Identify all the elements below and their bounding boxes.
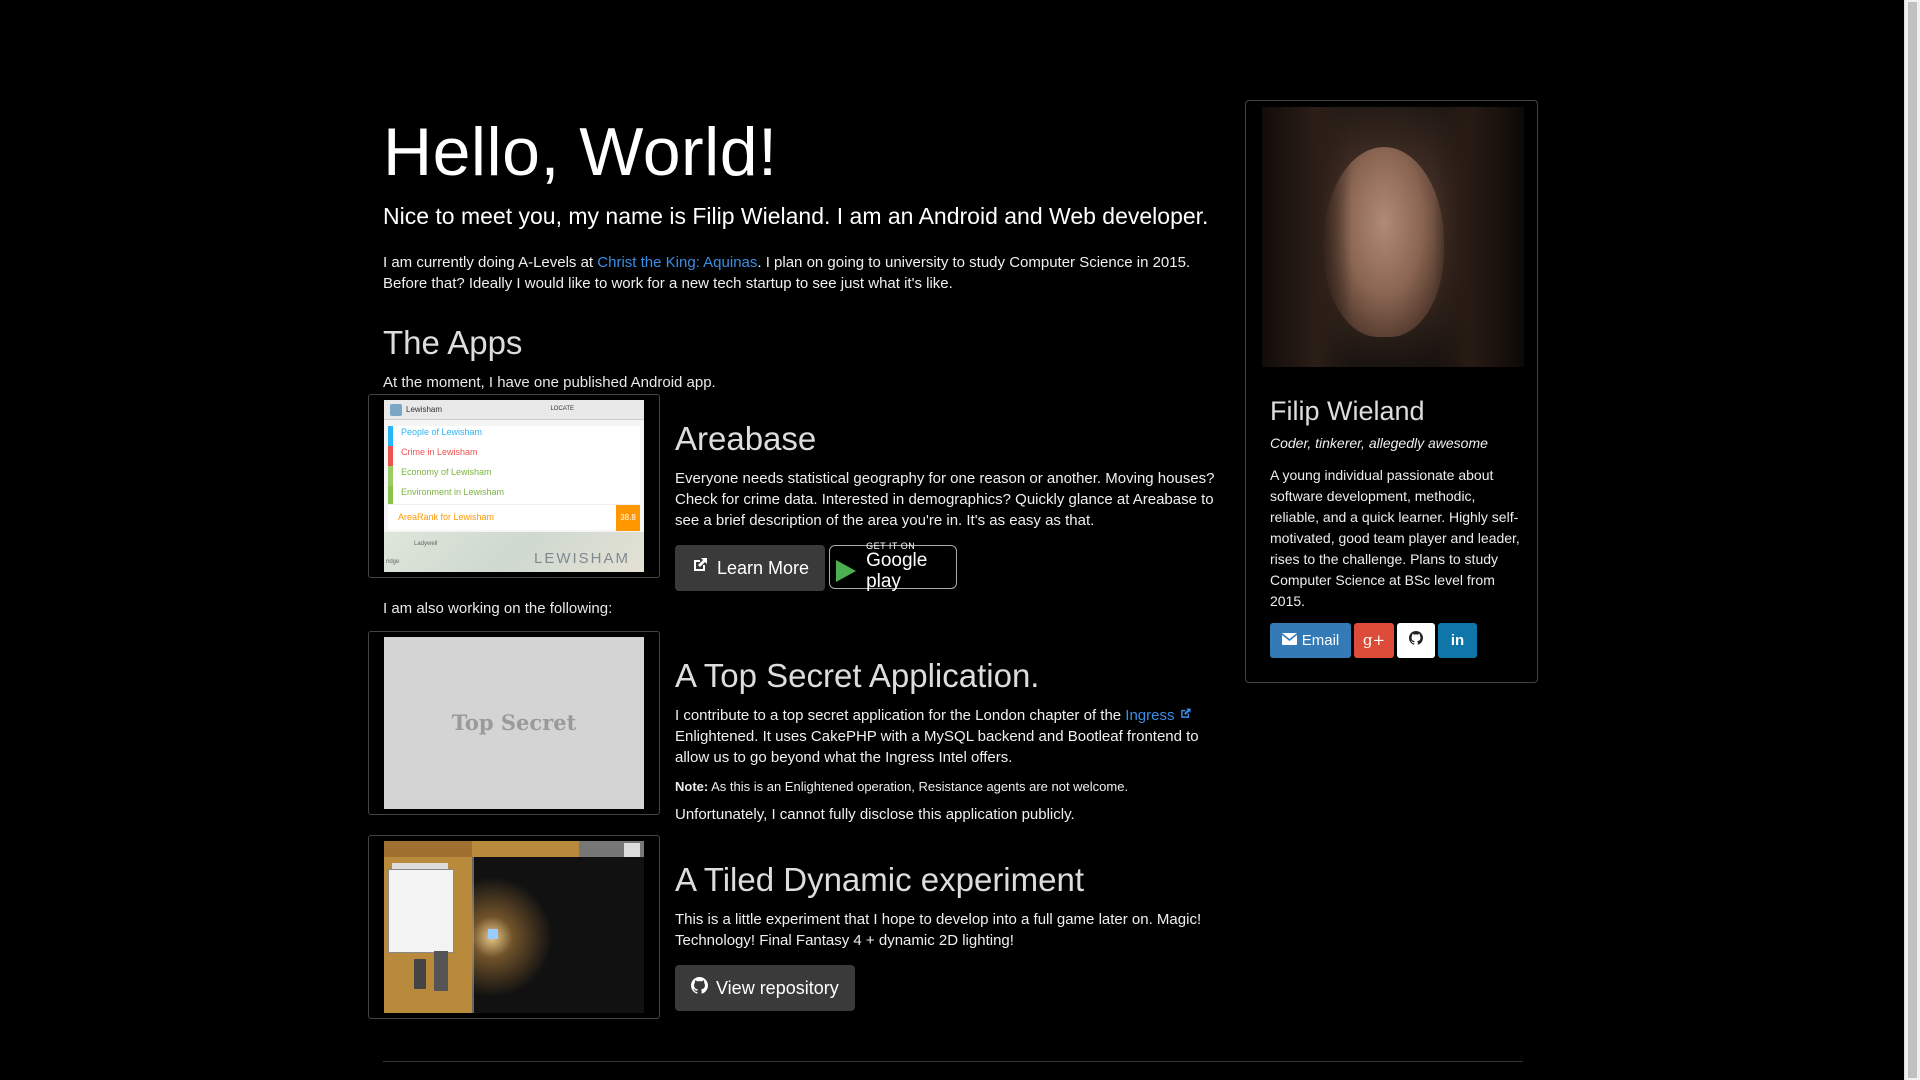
- apps-lead: At the moment, I have one published Andr…: [383, 374, 716, 392]
- tiled-description: This is a little experiment that I hope …: [675, 911, 1202, 950]
- page-scrollbar[interactable]: [1904, 0, 1920, 1080]
- thumb-map-small-2: ridge: [386, 559, 400, 565]
- profile-subtitle: Coder, tinkerer, allegedly awesome: [1270, 435, 1488, 451]
- google-plus-icon: g+: [1362, 631, 1386, 649]
- intro-prefix: I am currently doing A-Levels at: [383, 254, 598, 272]
- ingress-link-label: Ingress: [1125, 707, 1175, 725]
- profile-photo: [1262, 107, 1524, 367]
- thumb-row-economy: Economy of Lewisham: [388, 466, 640, 486]
- social-buttons: Email g+ in: [1270, 623, 1477, 658]
- areabase-description: Everyone needs statistical geography for…: [675, 470, 1215, 530]
- thumb-arearank: AreaRank for Lewisham: [398, 512, 495, 523]
- learn-more-button[interactable]: Learn More: [675, 545, 826, 592]
- top-secret-body: A Top Secret Application. I contribute t…: [675, 653, 1235, 825]
- github-button[interactable]: [1397, 623, 1435, 658]
- google-play-badge[interactable]: GET IT ON Google play: [829, 541, 958, 592]
- external-link-icon: [691, 556, 709, 581]
- gplay-big-label: Google play: [866, 549, 928, 592]
- secret-text-suffix: Enlightened. It uses CakePHP with a MySQ…: [675, 728, 1199, 767]
- scrollbar-thumb[interactable]: [1908, 2, 1917, 1078]
- thumb-locate: LOCATE: [550, 406, 574, 413]
- areabase-screenshot: Lewisham LOCATE People of Lewisham Crime…: [384, 400, 644, 572]
- tiled-title: A Tiled Dynamic experiment: [675, 861, 1085, 898]
- thumb-map-small-1: Ladywell: [414, 541, 438, 547]
- apps-section-title: The Apps: [383, 324, 523, 362]
- envelope-icon: [1281, 630, 1298, 651]
- areabase-thumbnail[interactable]: Lewisham LOCATE People of Lewisham Crime…: [368, 394, 660, 578]
- hero-tagline: Nice to meet you, my name is Filip Wiela…: [383, 203, 1209, 229]
- tiled-screenshot: [384, 841, 644, 1013]
- school-link[interactable]: Christ the King: Aquinas: [597, 254, 757, 271]
- thumb-row-crime: Crime in Lewisham: [388, 446, 640, 466]
- profile-description: A young individual passionate about soft…: [1270, 467, 1520, 609]
- email-button[interactable]: Email: [1270, 623, 1351, 658]
- top-secret-thumbnail: Top Secret: [368, 631, 660, 815]
- linkedin-button[interactable]: in: [1438, 623, 1477, 658]
- note-text: As this is an Enlightened operation, Res…: [708, 779, 1129, 795]
- ingress-link[interactable]: Ingress: [1125, 707, 1191, 724]
- note-label: Note:: [675, 779, 709, 795]
- tiled-thumbnail[interactable]: [368, 835, 660, 1019]
- profile-sidebar: Filip Wieland Coder, tinkerer, allegedly…: [1245, 100, 1538, 683]
- hero: Hello, World! Nice to meet you, my name …: [383, 118, 1233, 393]
- github-icon: [691, 976, 709, 1001]
- thumb-score: 38.8: [616, 504, 640, 531]
- top-secret-label: Top Secret: [451, 710, 577, 736]
- google-plus-button[interactable]: g+: [1354, 623, 1394, 658]
- top-secret-title: A Top Secret Application.: [675, 657, 1040, 694]
- tiled-body: A Tiled Dynamic experiment This is a lit…: [675, 857, 1235, 1012]
- also-working-text: I am also working on the following:: [383, 600, 613, 617]
- external-link-icon: [1180, 708, 1191, 719]
- hero-title: Hello, World!: [383, 114, 778, 190]
- profile-name: Filip Wieland: [1270, 396, 1425, 426]
- thumb-row-environment: Environment in Lewisham: [388, 486, 640, 506]
- play-store-icon: [836, 560, 857, 583]
- thumb-header: Lewisham: [406, 404, 443, 414]
- github-icon: [1409, 630, 1423, 651]
- email-label: Email: [1301, 632, 1340, 649]
- intro-paragraph: I am currently doing A-Levels at Christ …: [383, 252, 1233, 294]
- footer-divider: [383, 1061, 1523, 1062]
- areabase-body: Areabase Everyone needs statistical geog…: [675, 416, 1235, 592]
- view-repository-button[interactable]: View repository: [675, 965, 855, 1012]
- top-secret-description: I contribute to a top secret application…: [675, 705, 1235, 768]
- secret-note: Note: As this is an Enlightened operatio…: [675, 778, 1235, 796]
- learn-more-label: Learn More: [717, 557, 810, 578]
- areabase-title: Areabase: [675, 420, 817, 457]
- view-repository-label: View repository: [716, 977, 839, 998]
- secret-extra: Unfortunately, I cannot fully disclose t…: [675, 806, 1075, 824]
- thumb-row-people: People of Lewisham: [388, 426, 640, 446]
- linkedin-icon: in: [1450, 632, 1465, 649]
- top-secret-placeholder: Top Secret: [384, 637, 644, 809]
- secret-text-prefix: I contribute to a top secret application…: [675, 707, 1126, 725]
- thumb-map-label: LEWISHAM: [533, 550, 630, 567]
